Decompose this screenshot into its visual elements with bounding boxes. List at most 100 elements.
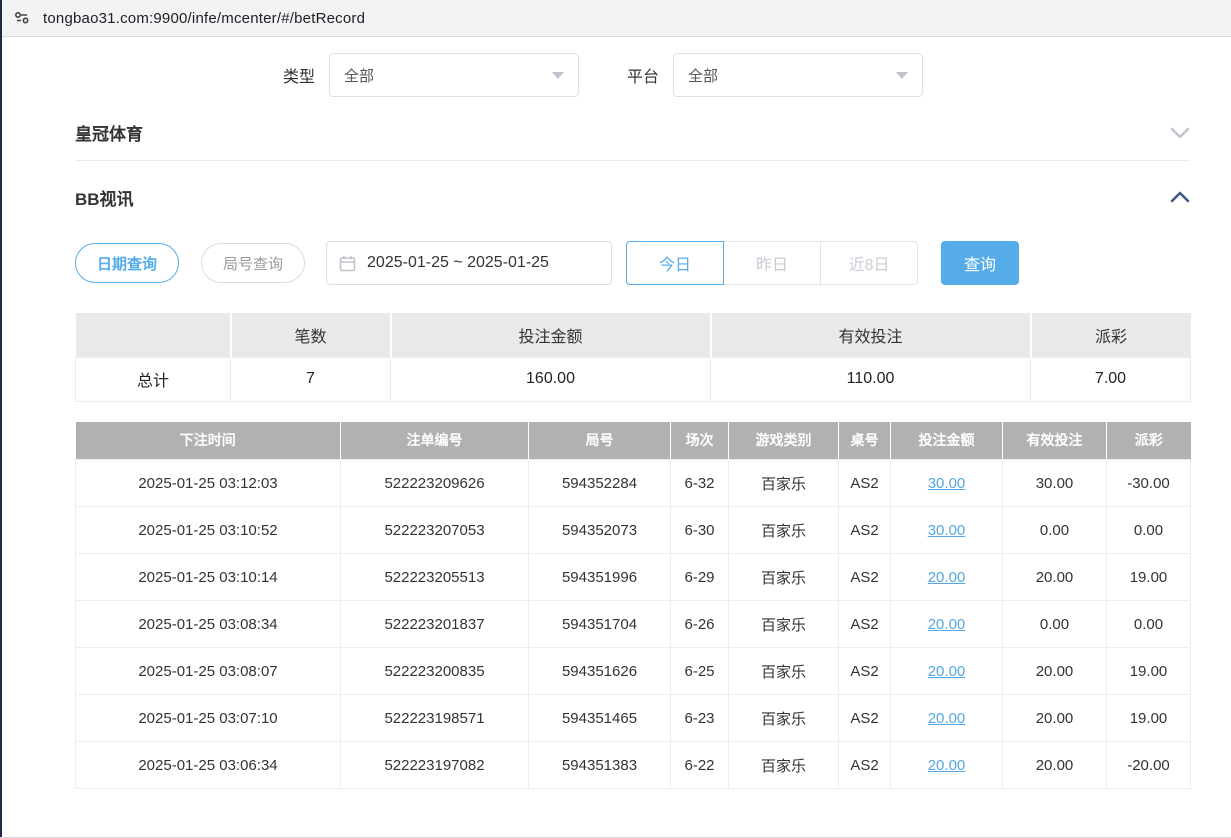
cell-session: 6-26 bbox=[671, 601, 729, 648]
cell-time: 2025-01-25 03:08:34 bbox=[76, 601, 341, 648]
summary-header-payout: 派彩 bbox=[1031, 313, 1191, 357]
cell-table: AS2 bbox=[839, 695, 891, 742]
bet-amount-link[interactable]: 20.00 bbox=[928, 710, 966, 727]
summary-total-label: 总计 bbox=[76, 357, 231, 401]
query-controls: 日期查询 局号查询 2025-01-25 ~ 2025-01-25 今日 昨日 … bbox=[75, 241, 1190, 285]
summary-total-bet-amount: 160.00 bbox=[391, 357, 711, 401]
cell-payout: 0.00 bbox=[1107, 601, 1191, 648]
quick-range-last8days[interactable]: 近8日 bbox=[820, 241, 918, 285]
cell-time: 2025-01-25 03:10:52 bbox=[76, 507, 341, 554]
column-header-7: 有效投注 bbox=[1003, 422, 1107, 460]
cell-order: 522223205513 bbox=[341, 554, 529, 601]
bet-table: 下注时间注单编号局号场次游戏类别桌号投注金额有效投注派彩 2025-01-25 … bbox=[75, 422, 1191, 790]
cell-bet: 20.00 bbox=[891, 554, 1003, 601]
bet-amount-link[interactable]: 30.00 bbox=[928, 522, 966, 539]
column-header-3: 场次 bbox=[671, 422, 729, 460]
table-row: 2025-01-25 03:08:07522223200835594351626… bbox=[76, 648, 1191, 695]
column-header-2: 局号 bbox=[529, 422, 671, 460]
cell-order: 522223209626 bbox=[341, 460, 529, 507]
column-header-5: 桌号 bbox=[839, 422, 891, 460]
cell-session: 6-30 bbox=[671, 507, 729, 554]
cell-game: 百家乐 bbox=[729, 507, 839, 554]
cell-payout: 0.00 bbox=[1107, 507, 1191, 554]
chevron-down-icon bbox=[896, 72, 908, 79]
chevron-up-icon[interactable] bbox=[1170, 191, 1190, 203]
cell-round: 594352284 bbox=[529, 460, 671, 507]
cell-round: 594351465 bbox=[529, 695, 671, 742]
url-text[interactable]: tongbao31.com:9900/infe/mcenter/#/betRec… bbox=[43, 10, 365, 27]
bet-amount-link[interactable]: 20.00 bbox=[928, 757, 966, 774]
bet-amount-link[interactable]: 20.00 bbox=[928, 569, 966, 586]
cell-round: 594352073 bbox=[529, 507, 671, 554]
round-query-button[interactable]: 局号查询 bbox=[201, 243, 305, 283]
cell-payout: -30.00 bbox=[1107, 460, 1191, 507]
cell-bet: 20.00 bbox=[891, 648, 1003, 695]
cell-bet: 20.00 bbox=[891, 742, 1003, 789]
cell-session: 6-23 bbox=[671, 695, 729, 742]
column-header-4: 游戏类别 bbox=[729, 422, 839, 460]
summary-header-bet-amount: 投注金额 bbox=[391, 313, 711, 357]
cell-payout: 19.00 bbox=[1107, 648, 1191, 695]
table-row: 2025-01-25 03:07:10522223198571594351465… bbox=[76, 695, 1191, 742]
cell-table: AS2 bbox=[839, 648, 891, 695]
summary-total-valid-bet: 110.00 bbox=[711, 357, 1031, 401]
summary-total-row: 总计 7 160.00 110.00 7.00 bbox=[76, 357, 1191, 401]
cell-order: 522223200835 bbox=[341, 648, 529, 695]
quick-range-yesterday[interactable]: 昨日 bbox=[723, 241, 821, 285]
cell-payout: 19.00 bbox=[1107, 695, 1191, 742]
cell-time: 2025-01-25 03:08:07 bbox=[76, 648, 341, 695]
type-filter-select[interactable]: 全部 bbox=[329, 53, 579, 97]
column-header-6: 投注金额 bbox=[891, 422, 1003, 460]
cell-order: 522223201837 bbox=[341, 601, 529, 648]
chevron-down-icon bbox=[552, 72, 564, 79]
cell-game: 百家乐 bbox=[729, 554, 839, 601]
section-bb-video[interactable]: BB视讯 bbox=[75, 169, 1190, 225]
type-filter-label: 类型 bbox=[283, 63, 315, 87]
cell-valid: 20.00 bbox=[1003, 648, 1107, 695]
quick-range-today[interactable]: 今日 bbox=[626, 241, 724, 285]
chevron-down-icon[interactable] bbox=[1170, 127, 1190, 139]
summary-header-count: 笔数 bbox=[231, 313, 391, 357]
bet-amount-link[interactable]: 20.00 bbox=[928, 616, 966, 633]
cell-time: 2025-01-25 03:06:34 bbox=[76, 742, 341, 789]
cell-valid: 30.00 bbox=[1003, 460, 1107, 507]
date-range-input[interactable]: 2025-01-25 ~ 2025-01-25 bbox=[326, 241, 612, 285]
search-button[interactable]: 查询 bbox=[941, 241, 1019, 285]
bet-record-page: 类型 全部 平台 全部 皇冠体育 BB视讯 日期查询 局号查询 bbox=[0, 37, 1231, 789]
summary-total-payout: 7.00 bbox=[1031, 357, 1191, 401]
cell-payout: 19.00 bbox=[1107, 554, 1191, 601]
cell-game: 百家乐 bbox=[729, 742, 839, 789]
cell-bet: 20.00 bbox=[891, 695, 1003, 742]
platform-filter-value: 全部 bbox=[688, 65, 718, 86]
column-header-0: 下注时间 bbox=[76, 422, 341, 460]
column-header-1: 注单编号 bbox=[341, 422, 529, 460]
site-info-icon[interactable] bbox=[12, 8, 32, 28]
filter-row: 类型 全部 平台 全部 bbox=[283, 53, 1190, 97]
bet-amount-link[interactable]: 20.00 bbox=[928, 663, 966, 680]
calendar-icon bbox=[339, 255, 356, 272]
cell-time: 2025-01-25 03:07:10 bbox=[76, 695, 341, 742]
cell-table: AS2 bbox=[839, 507, 891, 554]
bet-table-body: 2025-01-25 03:12:03522223209626594352284… bbox=[76, 460, 1191, 789]
platform-filter-select[interactable]: 全部 bbox=[673, 53, 923, 97]
cell-order: 522223207053 bbox=[341, 507, 529, 554]
quick-range-group: 今日 昨日 近8日 bbox=[626, 241, 918, 285]
browser-address-bar[interactable]: tongbao31.com:9900/infe/mcenter/#/betRec… bbox=[0, 0, 1231, 37]
cell-round: 594351704 bbox=[529, 601, 671, 648]
section-huangguan-sports[interactable]: 皇冠体育 bbox=[75, 105, 1190, 161]
date-query-button[interactable]: 日期查询 bbox=[75, 243, 179, 283]
date-range-value: 2025-01-25 ~ 2025-01-25 bbox=[367, 254, 549, 272]
cell-session: 6-25 bbox=[671, 648, 729, 695]
cell-game: 百家乐 bbox=[729, 601, 839, 648]
cell-valid: 20.00 bbox=[1003, 695, 1107, 742]
type-filter-value: 全部 bbox=[344, 65, 374, 86]
cell-table: AS2 bbox=[839, 554, 891, 601]
cell-bet: 20.00 bbox=[891, 601, 1003, 648]
cell-round: 594351383 bbox=[529, 742, 671, 789]
cell-table: AS2 bbox=[839, 742, 891, 789]
cell-valid: 0.00 bbox=[1003, 507, 1107, 554]
cell-game: 百家乐 bbox=[729, 460, 839, 507]
bet-amount-link[interactable]: 30.00 bbox=[928, 475, 966, 492]
section-title: 皇冠体育 bbox=[75, 120, 143, 145]
bet-table-head-row: 下注时间注单编号局号场次游戏类别桌号投注金额有效投注派彩 bbox=[76, 422, 1191, 460]
